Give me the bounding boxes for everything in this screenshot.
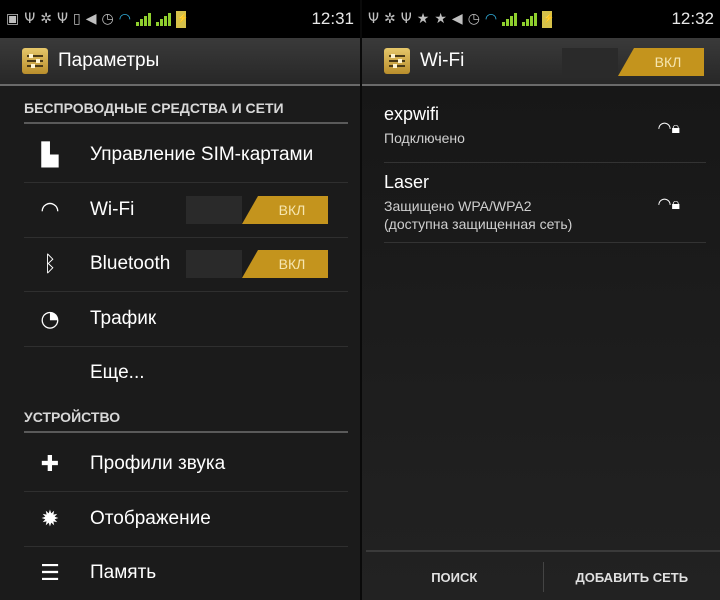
battery-charging-icon [175, 10, 188, 28]
volume-icon: ◀ [85, 11, 97, 27]
clock: 12:31 [311, 9, 354, 28]
add-network-button[interactable]: ДОБАВИТЬ СЕТЬ [544, 570, 720, 585]
signal-icon [522, 12, 538, 26]
storage-item[interactable]: ☰ Память [24, 546, 348, 600]
wifi-icon: ◠ [118, 11, 131, 27]
wifi-toggle[interactable]: ВКЛ [186, 196, 328, 224]
status-bar: ▣ Ψ ✲ Ψ ▯ ◀ ◷ ◠ 12:31 [0, 0, 360, 38]
star-icon: ★ [416, 11, 430, 27]
search-button[interactable]: ПОИСК [366, 570, 543, 585]
bluetooth-item[interactable]: ᛒ Bluetooth ВКЛ [24, 237, 348, 292]
status-icons: ▣ Ψ ✲ Ψ ▯ ◀ ◷ ◠ [6, 10, 308, 28]
bluetooth-toggle[interactable]: ВКЛ [186, 250, 328, 278]
wifi-item[interactable]: ◠ Wi-Fi ВКЛ [24, 183, 348, 238]
more-item[interactable]: Еще... [24, 346, 348, 400]
network-item[interactable]: Laser Защищено WPA/WPA2 (доступна защище… [384, 172, 706, 243]
sound-profiles-label: Профили звука [90, 453, 226, 474]
sound-profiles-item[interactable]: ✚ Профили звука [24, 437, 348, 492]
storage-icon: ☰ [40, 560, 60, 586]
bottom-action-bar: ПОИСК ДОБАВИТЬ СЕТЬ [366, 550, 720, 600]
wifi-toggle-label: ВКЛ [242, 196, 328, 224]
section-wireless: БЕСПРОВОДНЫЕ СРЕДСТВА И СЕТИ [24, 100, 348, 124]
usb-icon: Ψ [400, 11, 412, 27]
display-item[interactable]: ✹ Отображение [24, 492, 348, 547]
wifi-secure-icon: ◠🔒︎ [657, 194, 680, 213]
sim-management-item[interactable]: ▙ Управление SIM-картами [24, 128, 348, 183]
page-title: Параметры [58, 50, 160, 71]
storage-label: Память [90, 562, 157, 583]
alarm-icon: ◷ [101, 11, 114, 27]
clock: 12:32 [671, 9, 714, 28]
usb-icon: Ψ [57, 11, 69, 27]
section-device: УСТРОЙСТВО [24, 409, 348, 433]
network-item[interactable]: expwifi Подключено ◠🔒︎ [384, 104, 706, 163]
more-spacer [36, 359, 64, 387]
android-debug-icon: ✲ [384, 11, 396, 27]
wifi-label: Wi-Fi [90, 199, 135, 220]
volume-icon: ◀ [451, 11, 463, 27]
wifi-secure-icon: ◠🔒︎ [657, 118, 680, 137]
bluetooth-toggle-label: ВКЛ [242, 250, 328, 278]
battery-charging-icon [542, 10, 554, 28]
more-label: Еще... [90, 362, 145, 383]
wifi-icon: ◠ [40, 197, 60, 223]
signal-icon [502, 12, 518, 26]
display-label: Отображение [90, 508, 211, 529]
wifi-icon: ◠ [484, 11, 498, 27]
sim-card-icon: ▙ [41, 142, 59, 168]
bluetooth-icon: ᛒ [43, 251, 57, 277]
sim-management-label: Управление SIM-картами [90, 144, 314, 165]
android-debug-icon: ✲ [40, 11, 52, 27]
settings-icon[interactable] [22, 48, 48, 74]
traffic-item[interactable]: ◔ Трафик [24, 292, 348, 347]
action-bar: Параметры [0, 38, 360, 86]
usb-icon: Ψ [24, 11, 36, 27]
bluetooth-label: Bluetooth [90, 253, 171, 274]
network-status-detail: (доступна защищенная сеть) [384, 216, 573, 232]
signal-icon [135, 12, 151, 26]
network-ssid: Laser [384, 172, 430, 192]
wifi-master-toggle-label: ВКЛ [618, 48, 704, 76]
image-icon: ▣ [6, 11, 20, 27]
action-bar: Wi-Fi ВКЛ [362, 38, 720, 86]
page-title: Wi-Fi [420, 50, 465, 71]
vibrate-icon: ▯ [73, 11, 81, 27]
data-usage-icon: ◔ [40, 306, 60, 332]
usb-icon: Ψ [368, 11, 380, 27]
status-bar: Ψ ✲ Ψ ★ ★ ◀ ◷ ◠ 12:32 [362, 0, 720, 38]
signal-icon [155, 12, 171, 26]
status-icons: Ψ ✲ Ψ ★ ★ ◀ ◷ ◠ [368, 10, 668, 28]
wifi-master-toggle[interactable]: ВКЛ [562, 48, 704, 76]
brightness-icon: ✹ [40, 506, 60, 532]
alarm-icon: ◷ [467, 11, 480, 27]
sound-profiles-icon: ✚ [40, 451, 60, 477]
settings-panel: ▣ Ψ ✲ Ψ ▯ ◀ ◷ ◠ 12:31 Параметры БЕСПРОВО… [0, 0, 360, 600]
star-outline-icon: ★ [434, 11, 447, 27]
wifi-panel: Ψ ✲ Ψ ★ ★ ◀ ◷ ◠ 12:32 Wi-Fi ВКЛ expwifi … [362, 0, 720, 600]
traffic-label: Трафик [90, 308, 157, 329]
settings-icon[interactable] [384, 48, 410, 74]
